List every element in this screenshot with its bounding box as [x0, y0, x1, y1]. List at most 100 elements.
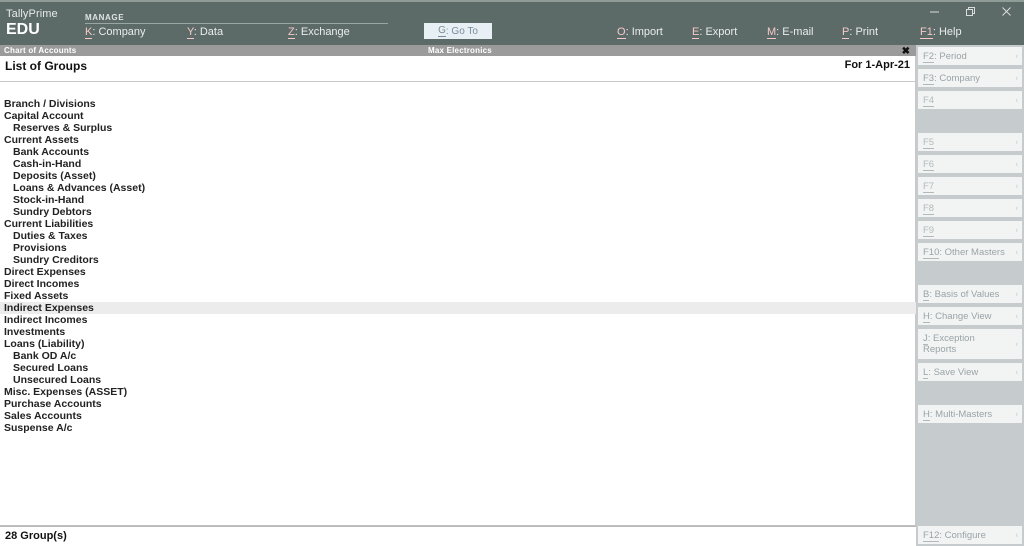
- menu-hotkey: M: [767, 26, 777, 39]
- group-row[interactable]: Indirect Incomes: [0, 314, 916, 326]
- group-label: Capital Account: [4, 110, 84, 122]
- group-row[interactable]: Bank OD A/c: [0, 350, 916, 362]
- chevron-left-icon: ‹: [1015, 530, 1018, 540]
- group-row[interactable]: Misc. Expenses (ASSET): [0, 386, 916, 398]
- group-row[interactable]: Direct Expenses: [0, 266, 916, 278]
- restore-icon[interactable]: [952, 2, 988, 21]
- group-label: Duties & Taxes: [13, 230, 88, 242]
- chevron-left-icon: ‹: [1015, 95, 1018, 105]
- group-row[interactable]: Current Liabilities: [0, 218, 916, 230]
- menu-item-print[interactable]: P: Print: [842, 26, 878, 39]
- sidebar-button-other-masters[interactable]: F10: Other Masters ‹: [918, 243, 1022, 261]
- chevron-left-icon: ‹: [1015, 203, 1018, 213]
- menu-item-label: Help: [938, 26, 962, 38]
- menu-item-label: Data: [199, 26, 224, 38]
- sidebar-button-text: F2: Period: [923, 50, 967, 63]
- group-row[interactable]: Bank Accounts: [0, 146, 916, 158]
- sidebar-button-label: Configure: [944, 529, 986, 541]
- group-row[interactable]: Sundry Debtors: [0, 206, 916, 218]
- sidebar-button-text: F6: [918, 158, 946, 171]
- menu-item-exchange[interactable]: Z: Exchange: [288, 26, 350, 39]
- group-label: Sundry Creditors: [13, 254, 99, 266]
- group-row[interactable]: Deposits (Asset): [0, 170, 916, 182]
- sidebar-button-company[interactable]: F3: Company ‹: [918, 69, 1022, 87]
- go-to-hotkey: G: [438, 25, 446, 37]
- sidebar-button-f4[interactable]: F4 ‹: [918, 91, 1022, 109]
- sidebar-button-f8[interactable]: F8 ‹: [918, 199, 1022, 217]
- chevron-left-icon: ‹: [1015, 225, 1018, 235]
- menu-item-company[interactable]: K: Company: [85, 26, 146, 39]
- menu-hotkey: F1: [920, 26, 933, 39]
- sidebar-button-change-view[interactable]: H: Change View ‹: [918, 307, 1022, 325]
- group-row[interactable]: Branch / Divisions: [0, 98, 916, 110]
- group-label: Deposits (Asset): [13, 170, 96, 182]
- group-label: Suspense A/c: [4, 422, 73, 434]
- sidebar-button-text: F4: [918, 94, 946, 107]
- group-label: Bank Accounts: [13, 146, 90, 158]
- sidebar-button-basis-of-values[interactable]: B: Basis of Values ‹: [918, 285, 1022, 303]
- brand-edition: EDU: [6, 21, 40, 38]
- group-label: Current Liabilities: [4, 218, 94, 230]
- group-row[interactable]: Fixed Assets: [0, 290, 916, 302]
- chevron-left-icon: ‹: [1015, 289, 1018, 299]
- group-row[interactable]: Capital Account: [0, 110, 916, 122]
- group-label: Direct Expenses: [4, 266, 86, 278]
- sidebar-button-f9[interactable]: F9 ‹: [918, 221, 1022, 239]
- group-label: Stock-in-Hand: [13, 194, 85, 206]
- group-row[interactable]: Loans & Advances (Asset): [0, 182, 916, 194]
- sidebar-button-text: F9: [918, 224, 946, 237]
- group-row[interactable]: Loans (Liability): [0, 338, 916, 350]
- sidebar-button-multi-masters[interactable]: H: Multi-Masters ‹: [918, 405, 1022, 423]
- group-row[interactable]: Sales Accounts: [0, 410, 916, 422]
- page-title: List of Groups: [5, 59, 87, 73]
- close-icon-panel[interactable]: ✖: [902, 47, 910, 57]
- sidebar-button-text: H: Multi-Masters: [923, 408, 993, 421]
- sidebar-button-text: F12: Configure: [923, 529, 986, 542]
- sidebar-button-exception-reports[interactable]: J: Exception Reports ‹: [918, 329, 1022, 359]
- context-strip-left: Chart of Accounts: [4, 46, 77, 55]
- group-row[interactable]: Secured Loans: [0, 362, 916, 374]
- sidebar-button-f6[interactable]: F6 ‹: [918, 155, 1022, 173]
- group-row[interactable]: Sundry Creditors: [0, 254, 916, 266]
- group-row[interactable]: Current Assets: [0, 134, 916, 146]
- menu-item-import[interactable]: O: Import: [617, 26, 663, 39]
- sidebar-button-configure[interactable]: F12: Configure ‹: [918, 526, 1022, 544]
- group-row[interactable]: Reserves & Surplus: [0, 122, 916, 134]
- sidebar-button-period[interactable]: F2: Period ‹: [918, 47, 1022, 65]
- context-strip-company: Max Electronics: [428, 46, 492, 55]
- sidebar-button-save-view[interactable]: L: Save View ‹: [918, 363, 1022, 381]
- minimize-icon[interactable]: [916, 2, 952, 21]
- group-label: Sundry Debtors: [13, 206, 92, 218]
- menu-item-data[interactable]: Y: Data: [187, 26, 224, 39]
- group-row[interactable]: Investments: [0, 326, 916, 338]
- group-label: Indirect Incomes: [4, 314, 88, 326]
- menu-item-e-mail[interactable]: M: E-mail: [767, 26, 813, 39]
- close-icon[interactable]: [988, 2, 1024, 21]
- period-label: For 1-Apr-21: [844, 59, 910, 71]
- group-label: Fixed Assets: [4, 290, 69, 302]
- menu-item-export[interactable]: E: Export: [692, 26, 737, 39]
- group-row[interactable]: Duties & Taxes: [0, 230, 916, 242]
- group-row[interactable]: Stock-in-Hand: [0, 194, 916, 206]
- menu-item-label: Company: [98, 26, 146, 38]
- sidebar-button-text: F8: [918, 202, 946, 215]
- brand-product: TallyPrime: [6, 8, 58, 20]
- group-row[interactable]: Provisions: [0, 242, 916, 254]
- menu-item-label: Exchange: [300, 26, 350, 38]
- group-label: Loans & Advances (Asset): [13, 182, 146, 194]
- chevron-left-icon: ‹: [1015, 247, 1018, 257]
- group-row[interactable]: Purchase Accounts: [0, 398, 916, 410]
- brand: TallyPrime EDU: [6, 8, 84, 38]
- group-label: Bank OD A/c: [13, 350, 77, 362]
- sidebar-hotkey: F12: [923, 529, 940, 542]
- menu-item-help[interactable]: F1: Help: [920, 26, 962, 39]
- group-row[interactable]: Unsecured Loans: [0, 374, 916, 386]
- group-row[interactable]: Direct Incomes: [0, 278, 916, 290]
- group-row[interactable]: Cash-in-Hand: [0, 158, 916, 170]
- go-to-button[interactable]: G: Go To: [424, 23, 492, 39]
- group-row[interactable]: Indirect Expenses: [0, 302, 916, 314]
- group-row[interactable]: Suspense A/c: [0, 422, 916, 434]
- sidebar-button-f5[interactable]: F5 ‹: [918, 133, 1022, 151]
- sidebar-button-f7[interactable]: F7 ‹: [918, 177, 1022, 195]
